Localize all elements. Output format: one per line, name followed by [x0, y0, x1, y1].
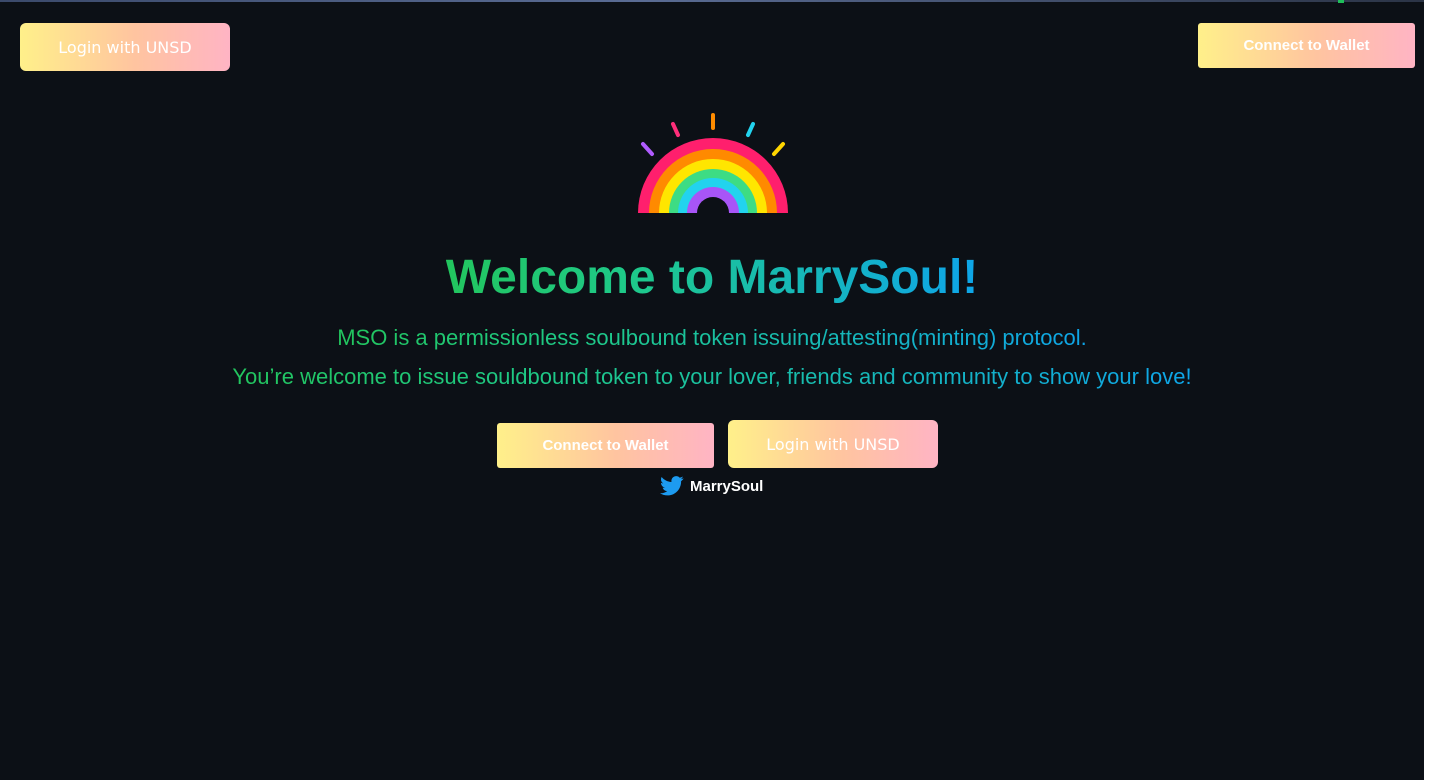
login-unsd-button[interactable]: Login with UNSD	[728, 420, 938, 468]
top-indicator-dot	[1338, 0, 1344, 3]
top-progress-line	[0, 0, 1424, 2]
twitter-link[interactable]: MarrySoul	[660, 474, 763, 498]
connect-wallet-button[interactable]: Connect to Wallet	[497, 423, 714, 468]
page-title: Welcome to MarrySoul!	[0, 246, 1424, 310]
description-line-1: MSO is a permissionless soulbound token …	[0, 323, 1424, 353]
twitter-icon	[660, 476, 684, 496]
app-frame: Login with UNSD Connect to Wallet Welcom…	[0, 0, 1424, 780]
description-line-2-text: You’re welcome to issue souldbound token…	[232, 364, 1192, 389]
twitter-handle: MarrySoul	[690, 477, 764, 495]
description-line-2: You’re welcome to issue souldbound token…	[0, 362, 1424, 392]
title-text: Welcome to MarrySoul!	[445, 251, 979, 304]
login-unsd-button-top[interactable]: Login with UNSD	[20, 23, 230, 71]
rainbow-icon	[630, 108, 796, 216]
connect-wallet-button-top[interactable]: Connect to Wallet	[1198, 23, 1415, 68]
description-line-1-text: MSO is a permissionless soulbound token …	[337, 325, 1087, 350]
